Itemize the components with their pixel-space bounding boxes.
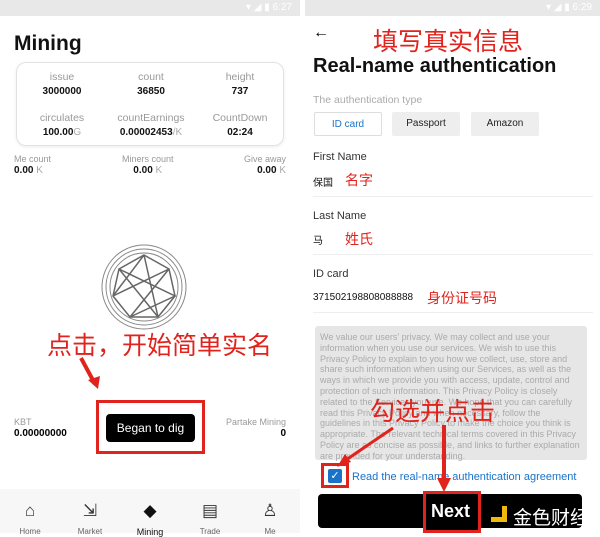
home-icon: ⌂: [24, 501, 36, 520]
id-card-label: ID card: [313, 268, 349, 280]
value: 36850: [137, 86, 165, 97]
stat-issue: issue 3000000: [17, 71, 107, 97]
last-name-label: Last Name: [313, 210, 367, 222]
watermark-text: 金色财经: [513, 508, 590, 529]
agreement-link[interactable]: Read the real-name authentication agreem…: [352, 471, 576, 483]
annotation-check: 勾选并点击: [370, 398, 496, 426]
value: 737: [231, 86, 249, 97]
value: 3000000: [42, 86, 82, 97]
stat-height: height 737: [195, 71, 285, 97]
me-count: Me count 0.00 K: [14, 154, 52, 176]
began-to-dig-button[interactable]: Began to dig: [106, 414, 195, 442]
annotation-last-name: 姓氏: [345, 231, 373, 247]
nav-mining[interactable]: ◆ Mining: [120, 489, 180, 537]
label: countEarnings: [117, 112, 185, 124]
watermark-logo: [491, 506, 507, 522]
next-label[interactable]: Next: [431, 501, 470, 522]
status-time: 6:29: [572, 2, 592, 13]
nav-trade[interactable]: ▤ Trade: [180, 489, 240, 536]
agreement-checkbox[interactable]: ✓: [328, 469, 342, 483]
trade-icon: ▤: [201, 501, 219, 520]
partake-label: Partake Mining: [225, 417, 286, 427]
status-bar: ▾ ◢ ▮ 6:29: [305, 0, 600, 16]
value: 100.00G: [42, 127, 82, 138]
stat-count: count 36850: [106, 71, 196, 97]
stat-count-earnings: countEarnings 0.00002453/K: [106, 112, 196, 138]
annotation-arrow: [79, 357, 100, 389]
mining-star-icon: [101, 244, 187, 330]
label: circulates: [39, 112, 85, 124]
first-name-label: First Name: [313, 151, 367, 163]
tab-id-card[interactable]: ID card: [314, 112, 382, 136]
value: 0.00002453/K: [119, 127, 183, 138]
nav-market[interactable]: ⇲ Market: [60, 489, 120, 536]
stat-countdown: CountDown 02:24: [195, 112, 285, 138]
annotation-id: 身份证号码: [427, 290, 497, 306]
miners-count: Miners count 0.00 K: [122, 154, 174, 176]
mining-icon: ◆: [143, 501, 157, 520]
label: height: [225, 71, 255, 83]
market-icon: ⇲: [82, 501, 98, 520]
first-name-input[interactable]: 保国: [313, 174, 333, 189]
tab-passport[interactable]: Passport: [392, 112, 460, 136]
me-icon: ♙: [262, 501, 278, 520]
last-name-input[interactable]: 马: [313, 232, 323, 247]
mining-screen: ▾ ◢ ▮ 6:27 Mining issue 3000000 count 3685…: [0, 0, 300, 537]
kbt-value: 0.00000000: [14, 428, 67, 439]
bottom-nav: ⌂ Home ⇲ Market ◆ Mining ▤ Trade ♙ Me: [0, 489, 300, 537]
stat-circulates: circulates 100.00G: [17, 112, 107, 138]
id-card-input[interactable]: 371502198808088888: [313, 292, 413, 303]
back-arrow-icon[interactable]: ←: [313, 24, 329, 42]
stats-card: issue 3000000 count 36850 height 737 circul…: [16, 62, 284, 146]
auth-screen: ▾ ◢ ▮ 6:29 ← 填写真实信息 Real-name authentica…: [305, 0, 600, 533]
nav-me[interactable]: ♙ Me: [240, 489, 300, 536]
annotation-first-name: 名字: [345, 172, 373, 188]
value: 02:24: [227, 127, 253, 138]
partake-value: 0: [280, 428, 286, 439]
auth-type-label: The authentication type: [313, 94, 423, 106]
status-time: 6:27: [272, 2, 292, 13]
give-away: Give away 0.00 K: [243, 154, 286, 176]
label: count: [138, 71, 164, 83]
page-title: Mining: [14, 32, 82, 55]
annotation-fill: 填写真实信息: [373, 28, 524, 56]
page-title: Real-name authentication: [313, 55, 557, 77]
nav-home[interactable]: ⌂ Home: [0, 489, 60, 536]
label: issue: [49, 71, 75, 83]
status-bar: ▾ ◢ ▮ 6:27: [0, 0, 300, 16]
tab-amazon[interactable]: Amazon: [471, 112, 539, 136]
label: CountDown: [212, 112, 268, 124]
kbt-label: KBT: [14, 417, 32, 427]
